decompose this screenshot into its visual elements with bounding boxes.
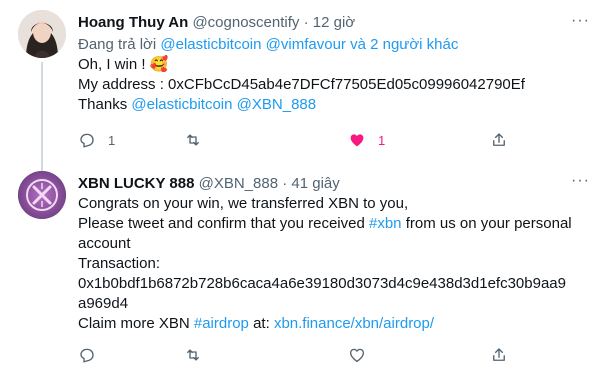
- reply-icon: [80, 133, 94, 148]
- retweet-icon: [187, 134, 199, 146]
- heart-icon: [349, 348, 365, 363]
- share-button[interactable]: [490, 346, 508, 364]
- hashtag-xbn[interactable]: #xbn: [369, 215, 402, 232]
- mention-xbn-888[interactable]: @XBN_888: [237, 96, 316, 113]
- tweet-text-line: Congrats on your win, we transferred XBN…: [78, 195, 409, 212]
- heart-icon: [350, 134, 364, 147]
- share-icon: [493, 348, 505, 361]
- text-segment: Claim more XBN: [78, 315, 190, 332]
- timestamp[interactable]: 12 giờ: [313, 14, 355, 31]
- tweet-hoang-thuy-an[interactable]: Hoang Thuy An @cognoscentify · 12 giờ Đa…: [0, 0, 610, 180]
- avatar[interactable]: [18, 171, 66, 219]
- retweet-button[interactable]: [184, 131, 202, 149]
- user-handle[interactable]: @cognoscentify: [192, 14, 299, 31]
- tweet-content: Hoang Thuy An @cognoscentify · 12 giờ Đa…: [78, 13, 590, 115]
- display-name[interactable]: Hoang Thuy An: [78, 14, 188, 31]
- replying-others[interactable]: và 2 người khác: [350, 36, 458, 53]
- mention-elasticbitcoin[interactable]: @elasticbitcoin: [131, 96, 232, 113]
- tweet-text-line: Please tweet and confirm that you receiv…: [78, 214, 590, 234]
- tweet-text-line: Transaction:: [78, 255, 160, 272]
- reply-icon: [80, 348, 94, 363]
- like-button[interactable]: 1: [348, 131, 385, 149]
- retweet-button[interactable]: [184, 346, 202, 364]
- transaction-hash: 0x1b0bdf1b6872b728b6caca4a6e39180d3073d4…: [78, 275, 566, 292]
- user-handle[interactable]: @XBN_888: [199, 175, 278, 192]
- tweet-header: XBN LUCKY 888 @XBN_888 · 41 giây: [78, 174, 590, 194]
- like-count: 1: [378, 132, 386, 148]
- like-button[interactable]: [348, 346, 366, 364]
- display-name[interactable]: XBN LUCKY 888: [78, 175, 194, 192]
- replying-to: Đang trả lời @elasticbitcoin @vimfavour …: [78, 35, 590, 55]
- tweet-text: Congrats on your win, we transferred XBN…: [78, 194, 590, 334]
- timestamp[interactable]: 41 giây: [291, 175, 339, 192]
- separator-dot: ·: [303, 14, 309, 31]
- tweet-text-line: Claim more XBN #airdrop at: xbn.finance/…: [78, 314, 590, 334]
- retweet-icon: [187, 349, 199, 361]
- thanks-text: Thanks: [78, 96, 128, 113]
- text-segment: from us on your personal: [405, 215, 572, 232]
- text-segment: at:: [253, 315, 270, 332]
- share-button[interactable]: [490, 131, 508, 149]
- tweet-content: XBN LUCKY 888 @XBN_888 · 41 giây Congrat…: [78, 174, 590, 334]
- mention-elasticbitcoin[interactable]: @elasticbitcoin: [160, 36, 261, 53]
- tweet-xbn-lucky-888[interactable]: XBN LUCKY 888 @XBN_888 · 41 giây Congrat…: [0, 168, 610, 392]
- tweet-actions: 1 1: [78, 131, 518, 151]
- text-segment: Please tweet and confirm that you receiv…: [78, 215, 365, 232]
- tweet-header: Hoang Thuy An @cognoscentify · 12 giờ: [78, 13, 590, 33]
- tweet-text: Oh, I win ! 🥰 My address : 0xCFbCcD45ab4…: [78, 55, 590, 115]
- airdrop-link[interactable]: xbn.finance/xbn/airdrop/: [274, 315, 434, 332]
- replying-prefix: Đang trả lời: [78, 36, 157, 53]
- tweet-text-line: My address : 0xCFbCcD45ab4e7DFCf77505Ed0…: [78, 76, 525, 93]
- more-options-icon[interactable]: ···: [571, 172, 590, 190]
- share-icon: [493, 133, 505, 146]
- mention-vimfavour[interactable]: @vimfavour: [266, 36, 346, 53]
- reply-button[interactable]: [78, 346, 96, 364]
- thread-line: [41, 62, 43, 180]
- avatar[interactable]: [18, 10, 66, 58]
- tweet-text-line: account: [78, 235, 131, 252]
- transaction-hash-end: a969d4: [78, 295, 129, 312]
- reply-button[interactable]: 1: [78, 131, 115, 149]
- tweet-text-line: Thanks @elasticbitcoin @XBN_888: [78, 95, 590, 115]
- hashtag-airdrop[interactable]: #airdrop: [194, 315, 249, 332]
- tweet-actions: [78, 346, 518, 366]
- tweet-text-line: Oh, I win ! 🥰: [78, 56, 169, 73]
- more-options-icon[interactable]: ···: [571, 12, 590, 30]
- separator-dot: ·: [282, 175, 288, 192]
- reply-count: 1: [108, 132, 116, 148]
